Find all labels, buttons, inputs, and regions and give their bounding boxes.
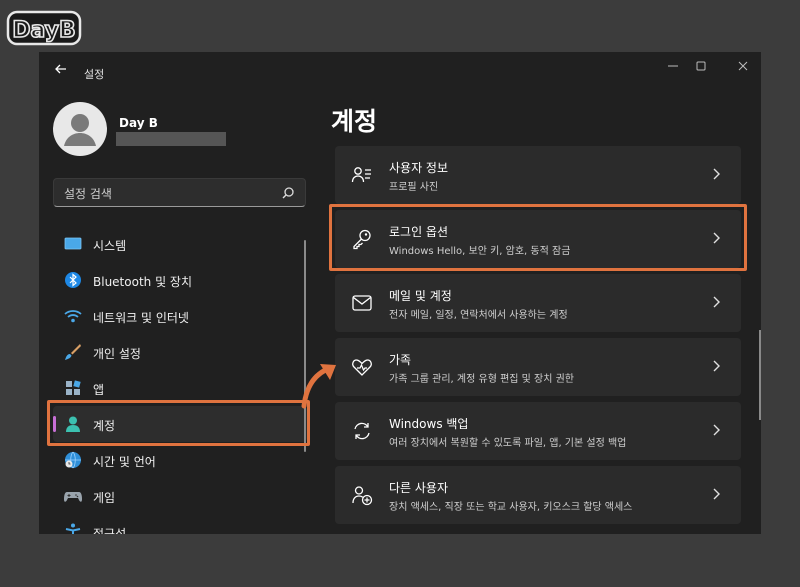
- chevron-right-icon: [713, 296, 720, 308]
- add-user-icon: [352, 486, 373, 506]
- sidebar-item-personalization[interactable]: 개인 설정: [53, 334, 307, 370]
- sidebar-item-accessibility[interactable]: 접근성: [53, 514, 307, 534]
- annotation-arrow-icon: [301, 364, 336, 409]
- sidebar-item-bluetooth[interactable]: Bluetooth 및 장치: [53, 262, 307, 298]
- sidebar-item-network[interactable]: 네트워크 및 인터넷: [53, 298, 307, 334]
- window-title: 설정: [84, 68, 105, 81]
- maximize-icon: [696, 61, 706, 71]
- title-bar: 설정: [39, 52, 761, 92]
- card-family[interactable]: 가족 가족 그룹 관리, 계정 유형 편집 및 장치 권한: [335, 338, 741, 396]
- card-title: 가족: [389, 353, 412, 367]
- highlight-sign-in-options: [329, 204, 747, 271]
- sidebar-item-label: 앱: [93, 383, 105, 397]
- apps-icon: [66, 380, 81, 395]
- close-button[interactable]: [725, 56, 761, 80]
- sidebar-nav: 시스템 Bluetooth 및 장치 네트워크 및 인터넷 개인 설정 앱 계정…: [53, 226, 307, 534]
- sidebar-item-label: 개인 설정: [93, 347, 141, 361]
- card-title: Windows 백업: [389, 417, 469, 431]
- chevron-right-icon: [713, 488, 720, 500]
- highlight-accounts: [47, 400, 310, 446]
- avatar[interactable]: [53, 102, 107, 156]
- backup-icon: [354, 422, 370, 440]
- user-email-redacted: [116, 132, 226, 146]
- sidebar-item-gaming[interactable]: 게임: [53, 478, 307, 514]
- card-subtitle: 가족 그룹 관리, 계정 유형 편집 및 장치 권한: [389, 374, 575, 385]
- sidebar-item-label: 접근성: [93, 527, 127, 534]
- brush-icon: [65, 344, 81, 360]
- card-subtitle: 프로필 사진: [389, 182, 439, 193]
- settings-window: 설정 Day B 설정 검색 시스템 Bluetooth 및 장치 네트워크 및…: [39, 52, 761, 534]
- bluetooth-icon: [65, 272, 81, 288]
- search-input[interactable]: 설정 검색: [53, 178, 306, 207]
- card-title: 메일 및 계정: [389, 289, 452, 303]
- sidebar-item-label: Bluetooth 및 장치: [93, 275, 193, 289]
- user-name: Day B: [119, 116, 158, 130]
- wifi-icon: [64, 310, 82, 323]
- close-icon: [738, 61, 748, 71]
- avatar-person-icon: [64, 114, 96, 146]
- back-button[interactable]: [51, 62, 71, 82]
- globe-clock-icon: [65, 451, 81, 469]
- sidebar-item-time-language[interactable]: 시간 및 언어: [53, 442, 307, 478]
- card-email-accounts[interactable]: 메일 및 계정 전자 메일, 일정, 연락처에서 사용하는 계정: [335, 274, 741, 332]
- card-title: 사용자 정보: [389, 161, 449, 175]
- card-other-users[interactable]: 다른 사용자 장치 액세스, 직장 또는 학교 사용자, 키오스크 할당 액세스: [335, 466, 741, 524]
- card-subtitle: 전자 메일, 일정, 연락처에서 사용하는 계정: [389, 310, 568, 321]
- maximize-button[interactable]: [683, 56, 719, 80]
- chevron-right-icon: [713, 168, 720, 180]
- accessibility-icon: [65, 523, 81, 534]
- arrow-left-icon: [55, 64, 66, 74]
- search-icon: [282, 187, 294, 199]
- dayb-logo: DayB: [6, 10, 82, 46]
- minimize-icon: [668, 65, 678, 67]
- main-scrollbar[interactable]: [759, 330, 761, 420]
- card-subtitle: 여러 장치에서 복원할 수 있도록 파일, 앱, 기본 설정 백업: [389, 438, 627, 449]
- sidebar-item-system[interactable]: 시스템: [53, 226, 307, 262]
- search-placeholder: 설정 검색: [64, 187, 112, 201]
- card-user-info[interactable]: 사용자 정보 프로필 사진: [335, 146, 741, 204]
- family-heart-icon: [352, 359, 372, 376]
- svg-text:DayB: DayB: [12, 18, 76, 43]
- chevron-right-icon: [713, 424, 720, 436]
- chevron-right-icon: [713, 360, 720, 372]
- mail-icon: [352, 295, 372, 311]
- card-windows-backup[interactable]: Windows 백업 여러 장치에서 복원할 수 있도록 파일, 앱, 기본 설…: [335, 402, 741, 460]
- user-info-icon: [351, 167, 371, 183]
- sidebar-item-label: 시간 및 언어: [93, 455, 156, 469]
- sidebar-item-label: 시스템: [93, 239, 127, 253]
- card-subtitle: 장치 액세스, 직장 또는 학교 사용자, 키오스크 할당 액세스: [389, 502, 633, 513]
- page-title: 계정: [331, 107, 378, 136]
- gamepad-icon: [64, 492, 82, 502]
- display-icon: [64, 237, 82, 250]
- sidebar-item-label: 네트워크 및 인터넷: [93, 311, 189, 325]
- sidebar-item-label: 게임: [93, 491, 116, 505]
- card-title: 다른 사용자: [389, 481, 449, 495]
